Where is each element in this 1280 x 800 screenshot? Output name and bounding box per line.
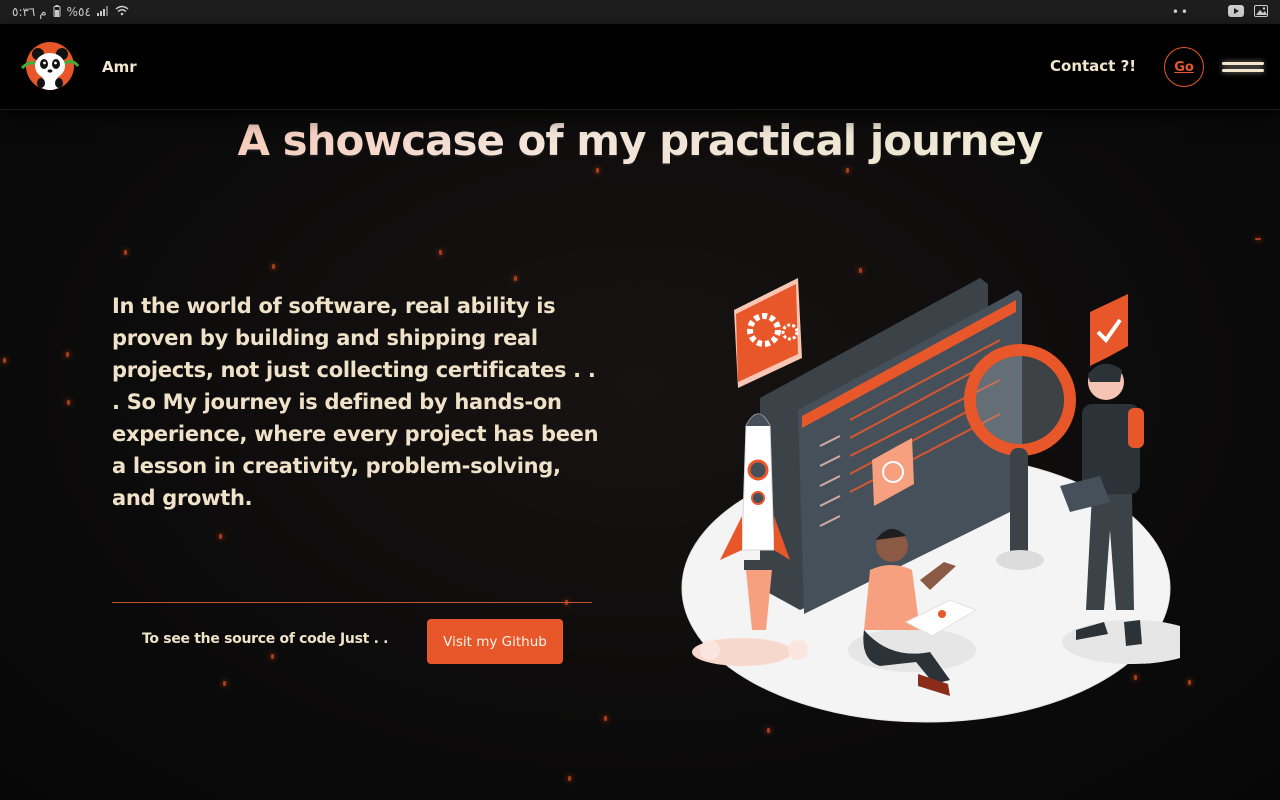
system-status-bar: م ٥:٣٦ %٥٤ •• (0, 0, 1280, 24)
more-dots-icon[interactable]: •• (1172, 5, 1190, 19)
brand-name[interactable]: Amr (102, 58, 137, 76)
hamburger-menu-icon[interactable] (1222, 59, 1264, 77)
ember-particle (596, 168, 599, 173)
projects-hero-section: A showcase of my practical journey In th… (0, 110, 1280, 800)
ember-particle (568, 776, 571, 781)
github-prompt-text: To see the source of code Just . . (142, 631, 389, 647)
battery-icon (53, 4, 61, 20)
wifi-icon (115, 5, 129, 19)
ember-particle (604, 716, 607, 721)
developer-workspace-illustration (680, 270, 1202, 730)
ember-particle (272, 264, 275, 269)
section-divider (112, 602, 592, 603)
panda-logo-icon[interactable] (20, 42, 80, 90)
ember-particle (219, 534, 222, 539)
gallery-notification-icon (1254, 4, 1268, 20)
top-navbar: Amr Contact ?! Go (0, 24, 1280, 110)
ember-particle (846, 168, 849, 173)
go-button[interactable]: Go (1164, 47, 1204, 87)
status-left-group: م ٥:٣٦ %٥٤ (12, 4, 129, 20)
status-right-group: •• (1172, 4, 1268, 20)
ember-particle (3, 358, 6, 363)
signal-icon (96, 5, 109, 19)
ember-particle (223, 681, 226, 686)
page-title: A showcase of my practical journey (0, 116, 1280, 165)
ember-particle (66, 352, 69, 357)
visit-github-button[interactable]: Visit my Github (427, 619, 563, 664)
status-time: م ٥:٣٦ (12, 5, 47, 19)
ember-particle (271, 654, 274, 659)
ember-particle (124, 250, 127, 255)
contact-link[interactable]: Contact ?! (1050, 57, 1136, 75)
intro-paragraph: In the world of software, real ability i… (112, 294, 599, 510)
ember-particle (439, 250, 442, 255)
ember-particle (514, 276, 517, 281)
ember-particle (1255, 238, 1261, 240)
youtube-notification-icon (1228, 4, 1244, 20)
battery-percent: %٥٤ (66, 5, 91, 19)
ember-particle (67, 400, 70, 405)
ember-particle (1188, 680, 1191, 685)
